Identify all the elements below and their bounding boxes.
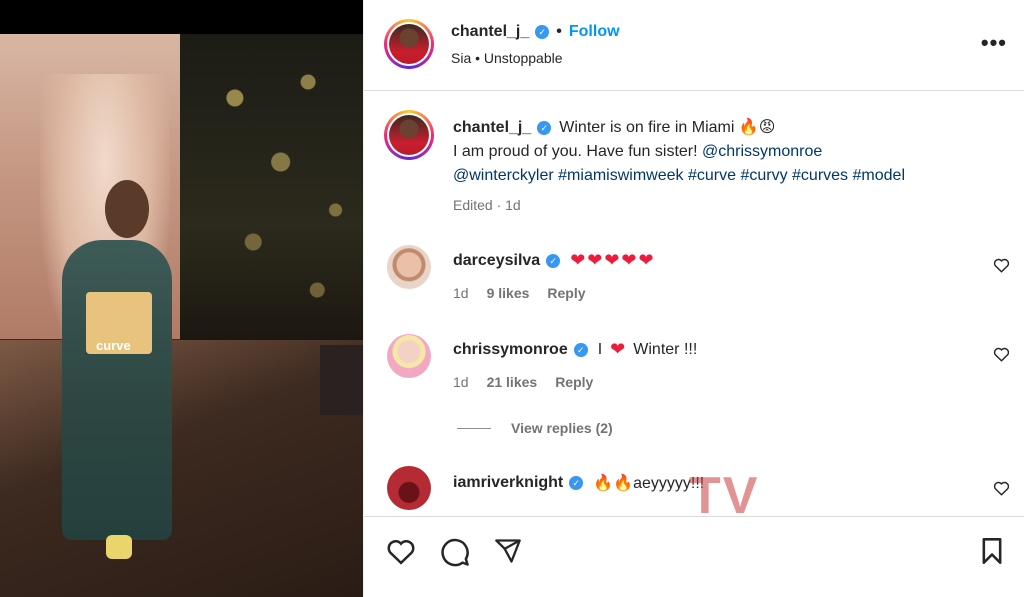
comment-line: darceysilva ✓ ❤❤❤❤❤	[453, 250, 659, 271]
caption-meta: Edited · 1d	[453, 197, 521, 213]
author-username[interactable]: chantel_j_	[451, 23, 529, 41]
post-photo[interactable]: curve	[0, 0, 363, 597]
comment-text: ❤❤❤❤❤	[570, 250, 656, 270]
comment-like-icon[interactable]	[993, 346, 1010, 367]
caption-line2: I am proud of you. Have fun sister!	[453, 143, 703, 160]
caption-line1: Winter is on fire in Miami	[559, 119, 735, 136]
caption-text: chantel_j_ ✓ Winter is on fire in Miami 🔥😡…	[453, 116, 1013, 188]
comment-time: 1d	[453, 285, 469, 301]
view-replies-button[interactable]: View replies (2)	[457, 420, 613, 436]
verified-icon: ✓	[546, 253, 561, 268]
replies-divider	[457, 427, 491, 429]
action-bar	[364, 516, 1024, 597]
audio-track[interactable]: Sia • Unstoppable	[451, 50, 563, 66]
reply-button[interactable]: Reply	[547, 285, 585, 301]
comment-likes[interactable]: 21 likes	[487, 374, 538, 390]
verified-icon: ✓	[537, 121, 552, 135]
caption-avatar[interactable]	[384, 110, 434, 160]
hashtag-link[interactable]: #model	[853, 167, 905, 184]
photo-person-dress	[62, 240, 172, 540]
author-line: chantel_j_ ✓ • Follow	[451, 23, 620, 41]
follow-button[interactable]: Follow	[569, 23, 620, 41]
commenter-avatar[interactable]	[387, 245, 431, 289]
commenter-avatar[interactable]	[387, 334, 431, 378]
comment-like-icon[interactable]	[993, 257, 1010, 278]
hashtag-link[interactable]: #curvy	[740, 167, 787, 184]
post-header: chantel_j_ ✓ • Follow Sia • Unstoppable …	[364, 0, 1024, 91]
heart-icon[interactable]	[386, 537, 416, 567]
separator-dot: •	[556, 23, 562, 40]
hashtag-link[interactable]: #curve	[688, 167, 736, 184]
comment-time: 1d	[453, 374, 469, 390]
verified-icon: ✓	[569, 476, 584, 490]
photo-top-bar	[0, 0, 363, 34]
comment-meta: 1d 21 likes Reply	[453, 374, 593, 390]
bookmark-icon[interactable]	[979, 537, 1009, 567]
reply-button[interactable]: Reply	[555, 374, 593, 390]
post-panel: chantel_j_ ✓ • Follow Sia • Unstoppable …	[363, 0, 1024, 597]
comment-meta: 1d 9 likes Reply	[453, 285, 586, 301]
comment-username[interactable]: iamriverknight	[453, 474, 563, 492]
more-options-icon[interactable]: •••	[981, 32, 1007, 54]
comment-icon[interactable]	[440, 537, 470, 567]
commenter-avatar[interactable]	[387, 466, 431, 510]
angry-emoji: 😡	[758, 119, 776, 136]
comment-text-pre: I	[597, 340, 603, 358]
comment-likes[interactable]: 9 likes	[487, 285, 530, 301]
share-icon[interactable]	[494, 537, 524, 567]
photo-bokeh-lights	[180, 34, 363, 354]
photo-stand	[320, 345, 363, 415]
photo-bag-label: curve	[96, 338, 131, 353]
verified-icon: ✓	[573, 342, 588, 357]
comment-line: chrissymonroe ✓ I ❤ Winter !!!	[453, 339, 697, 360]
mention-link[interactable]: @winterckyler	[453, 167, 554, 184]
comment-username[interactable]: chrissymonroe	[453, 341, 568, 359]
view-replies-label: View replies (2)	[511, 420, 613, 436]
comment-line: iamriverknight ✓ 🔥🔥aeyyyyy!!!	[453, 473, 704, 493]
photo-person-head	[105, 180, 149, 238]
comment-like-icon[interactable]	[993, 480, 1010, 501]
comment-text: 🔥🔥aeyyyyy!!!	[593, 475, 705, 492]
author-avatar[interactable]	[384, 19, 434, 69]
heart-emoji: ❤	[610, 339, 626, 359]
mention-link[interactable]: @chrissymonroe	[702, 143, 822, 160]
fire-emoji: 🔥	[738, 119, 759, 136]
hashtag-link[interactable]: #miamiswimweek	[558, 167, 683, 184]
hashtag-link[interactable]: #curves	[792, 167, 848, 184]
verified-icon: ✓	[535, 25, 550, 39]
caption-username[interactable]: chantel_j_	[453, 119, 531, 136]
photo-shoe	[106, 535, 132, 559]
comment-text-post: Winter !!!	[633, 340, 698, 358]
comment-username[interactable]: darceysilva	[453, 252, 540, 270]
photo-floor	[0, 340, 363, 597]
